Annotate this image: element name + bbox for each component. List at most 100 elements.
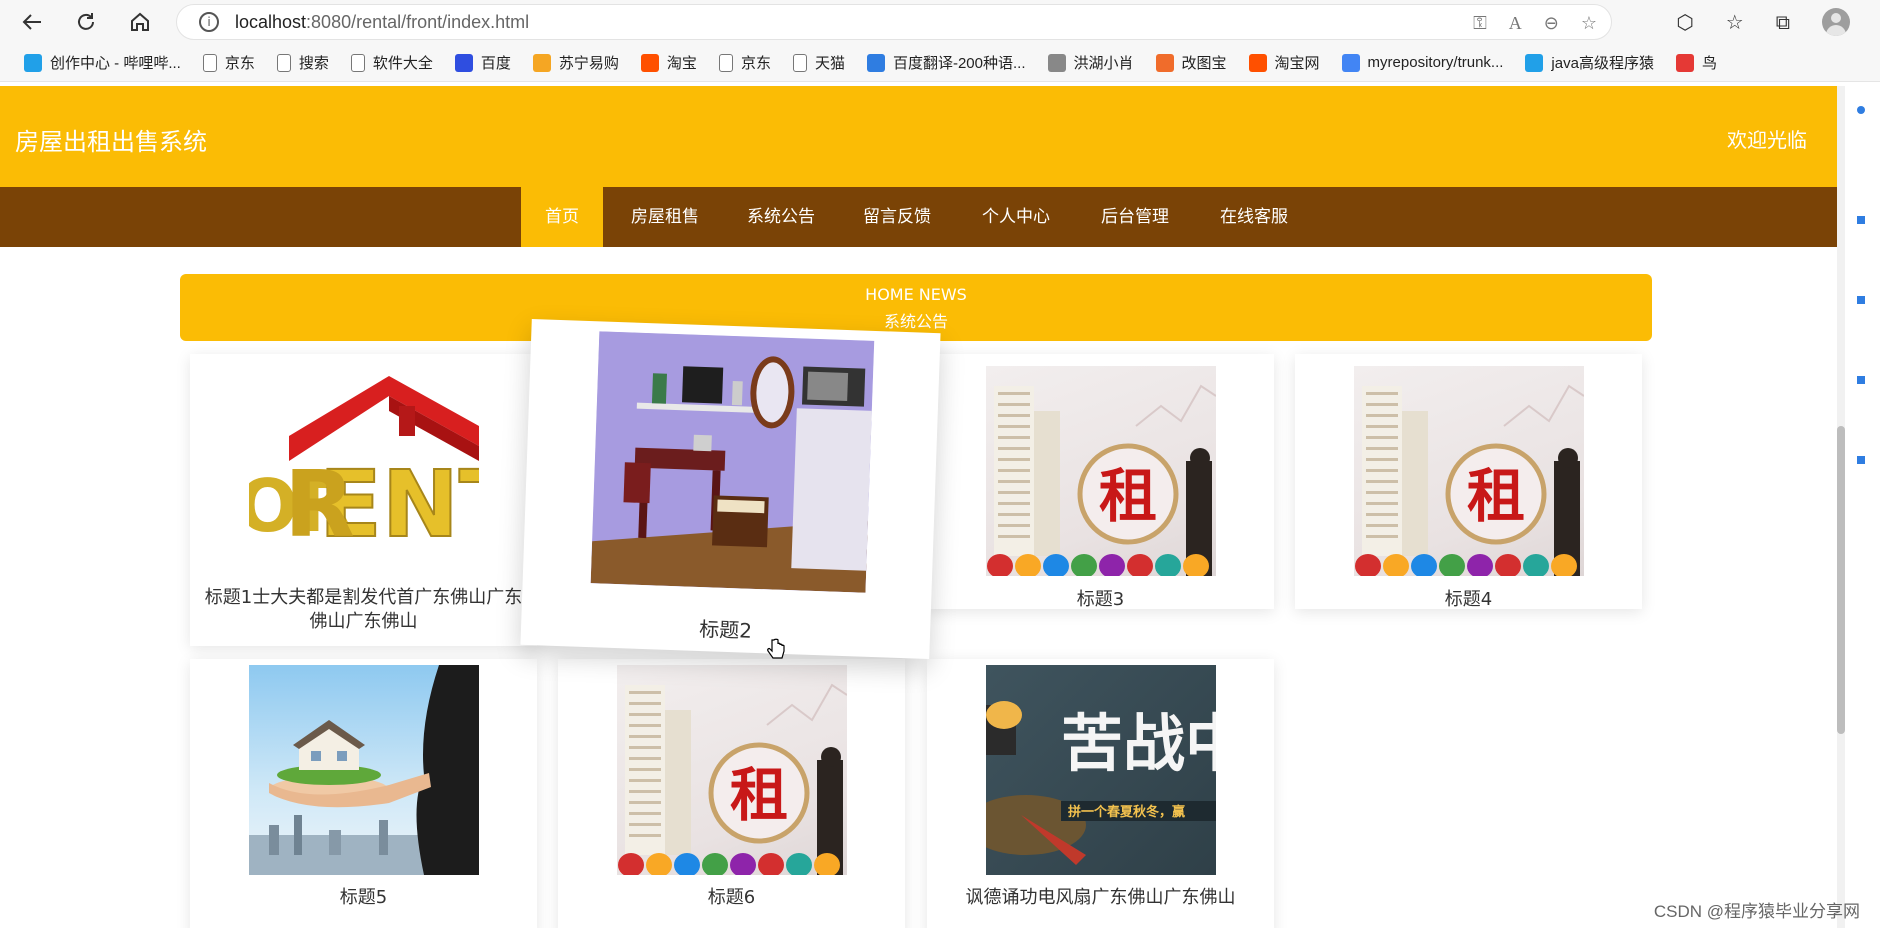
house-card[interactable]: 租 标题4 (1295, 354, 1642, 612)
bookmark-label: 百度翻译-200种语... (892, 55, 1026, 72)
webpage: 房屋出租出售系统 欢迎光临 首页 房屋租售 系统公告 留言反馈 个人中心 后台管… (0, 86, 1837, 928)
nav-admin[interactable]: 后台管理 (1088, 187, 1182, 247)
zu-character: 租 (1099, 462, 1157, 530)
house-card[interactable]: 租 标题6 (558, 659, 905, 928)
zoom-out-icon[interactable]: ⊖ (1544, 13, 1559, 34)
bookmark-item[interactable]: java高级程序猿 (1515, 52, 1664, 73)
news-title-en: HOME NEWS (865, 285, 967, 304)
bookmark-item[interactable]: 搜索 (267, 52, 339, 73)
house-card[interactable]: 苦战中 拼一个春夏秋冬，赢 讽德诵功电风扇广东佛山广东佛山 (927, 659, 1274, 928)
page-icon (202, 53, 217, 72)
address-bar[interactable]: i localhost:8080/rental/front/index.html… (176, 4, 1612, 40)
house-in-hand-image (249, 665, 479, 875)
bilibili-icon (24, 53, 42, 72)
back-icon[interactable] (12, 2, 52, 42)
bookmark-item[interactable]: 改图宝 (1146, 52, 1237, 73)
rent-house-image: OR ENT R (249, 366, 479, 576)
bookmark-item[interactable]: 淘宝网 (1239, 52, 1330, 73)
bookmark-label: 京东 (224, 55, 255, 72)
info-icon[interactable]: i (199, 12, 219, 32)
card-title[interactable]: 标题4 (1295, 588, 1642, 612)
favorites-icon[interactable]: ☆ (1726, 10, 1744, 34)
main-nav: 首页 房屋租售 系统公告 留言反馈 个人中心 后台管理 在线客服 (0, 187, 1837, 247)
scrollbar-thumb[interactable] (1837, 426, 1845, 734)
bookmark-item[interactable]: 洪湖小肖 (1038, 52, 1144, 73)
nav-house-rental[interactable]: 房屋租售 (618, 187, 712, 247)
news-section-header: HOME NEWS 系统公告 (180, 274, 1652, 341)
news-title-cn: 系统公告 (883, 312, 948, 331)
zu-magnifier-image: 租 (1354, 366, 1584, 576)
bookmark-label: 淘宝 (666, 55, 697, 72)
profile-avatar[interactable] (1822, 8, 1850, 36)
page-icon (276, 53, 291, 72)
page-icon (792, 53, 807, 72)
card-title[interactable]: 标题3 (927, 588, 1274, 612)
extensions-icon[interactable]: ⬡ (1676, 10, 1693, 34)
bookmark-item[interactable]: 软件大全 (341, 52, 443, 73)
sidebar-icon[interactable] (1857, 376, 1865, 384)
nav-announcements[interactable]: 系统公告 (734, 187, 828, 247)
bookmark-item[interactable]: 天猫 (783, 52, 855, 73)
bookmark-item[interactable]: 创作中心 - 哔哩哔... (14, 52, 191, 73)
bird-icon (1675, 53, 1694, 72)
sidebar-icon[interactable] (1857, 106, 1865, 114)
bookmark-label: 搜索 (298, 55, 329, 72)
avatar-icon (1047, 53, 1066, 72)
house-card[interactable]: OR ENT R 标题1士大夫都是割发代首广东佛山广东佛山广东佛山 (190, 354, 537, 646)
zu-character: 租 (730, 761, 788, 829)
collections-icon[interactable]: ⧉ (1776, 10, 1790, 34)
bookmark-item[interactable]: 百度 (445, 52, 521, 73)
browser-toolbar: i localhost:8080/rental/front/index.html… (0, 0, 1880, 44)
card-title[interactable]: 标题6 (558, 886, 905, 910)
sidebar-icon[interactable] (1857, 456, 1865, 464)
house-card[interactable]: 租 标题3 (927, 354, 1274, 612)
key-icon[interactable]: ⚿ (1473, 13, 1487, 34)
read-aloud-icon[interactable]: A (1509, 13, 1522, 34)
bookmark-label: myrepository/trunk... (1367, 54, 1504, 71)
kuzhan-poster-image: 苦战中 拼一个春夏秋冬，赢 (986, 665, 1216, 875)
poster-subline: 拼一个春夏秋冬，赢 (1068, 804, 1185, 820)
taobao-icon (640, 53, 659, 72)
watermark: CSDN @程序猿毕业分享网 (1653, 902, 1860, 921)
chrome-icon (1341, 53, 1360, 72)
card-title[interactable]: 讽德诵功电风扇广东佛山广东佛山 (927, 886, 1274, 910)
house-card-hovered[interactable]: 标题2 (520, 318, 941, 660)
bookmark-item[interactable]: 苏宁易购 (523, 52, 629, 73)
bookmark-item[interactable]: myrepository/trunk... (1332, 53, 1514, 72)
nav-online-service[interactable]: 在线客服 (1207, 187, 1301, 247)
welcome-text: 欢迎光临 (1727, 128, 1807, 152)
site-title: 房屋出租出售系统 (15, 128, 207, 156)
card-title[interactable]: 标题5 (190, 886, 537, 910)
bookmark-item[interactable]: 鸟 (1666, 52, 1727, 73)
suning-icon (532, 53, 551, 72)
taobao-icon (1248, 53, 1267, 72)
nav-feedback[interactable]: 留言反馈 (850, 187, 944, 247)
card-title[interactable]: 标题1士大夫都是割发代首广东佛山广东佛山广东佛山 (190, 586, 537, 634)
nav-home[interactable]: 首页 (521, 187, 603, 247)
home-icon[interactable] (120, 2, 160, 42)
bookmark-item[interactable]: 京东 (193, 52, 265, 73)
site-header: 房屋出租出售系统 欢迎光临 (0, 86, 1837, 187)
bookmark-item[interactable]: 百度翻译-200种语... (857, 52, 1036, 73)
page-icon (350, 53, 365, 72)
sidebar-icon[interactable] (1857, 296, 1865, 304)
hand-cursor-icon (766, 638, 786, 666)
room-interior-image (590, 331, 875, 593)
bookmark-label: 淘宝网 (1274, 55, 1320, 72)
reload-icon[interactable] (66, 2, 106, 42)
bookmark-item[interactable]: 淘宝 (631, 52, 707, 73)
bookmark-label: 鸟 (1701, 55, 1717, 72)
bilibili-icon (1525, 53, 1544, 72)
house-card[interactable]: 标题5 (190, 659, 537, 928)
zu-magnifier-image: 租 (986, 366, 1216, 576)
card-title[interactable]: 标题2 (521, 611, 931, 649)
poster-headline: 苦战中 (1061, 707, 1216, 780)
nav-personal-center[interactable]: 个人中心 (969, 187, 1063, 247)
bookmark-label: 改图宝 (1181, 55, 1227, 72)
bookmark-item[interactable]: 京东 (709, 52, 781, 73)
edge-sidebar (1845, 86, 1880, 928)
bookmark-label: 软件大全 (372, 55, 433, 72)
sidebar-icon[interactable] (1857, 216, 1865, 224)
add-favorite-icon[interactable]: ☆ (1581, 13, 1597, 34)
url-text[interactable]: localhost:8080/rental/front/index.html (235, 12, 529, 33)
